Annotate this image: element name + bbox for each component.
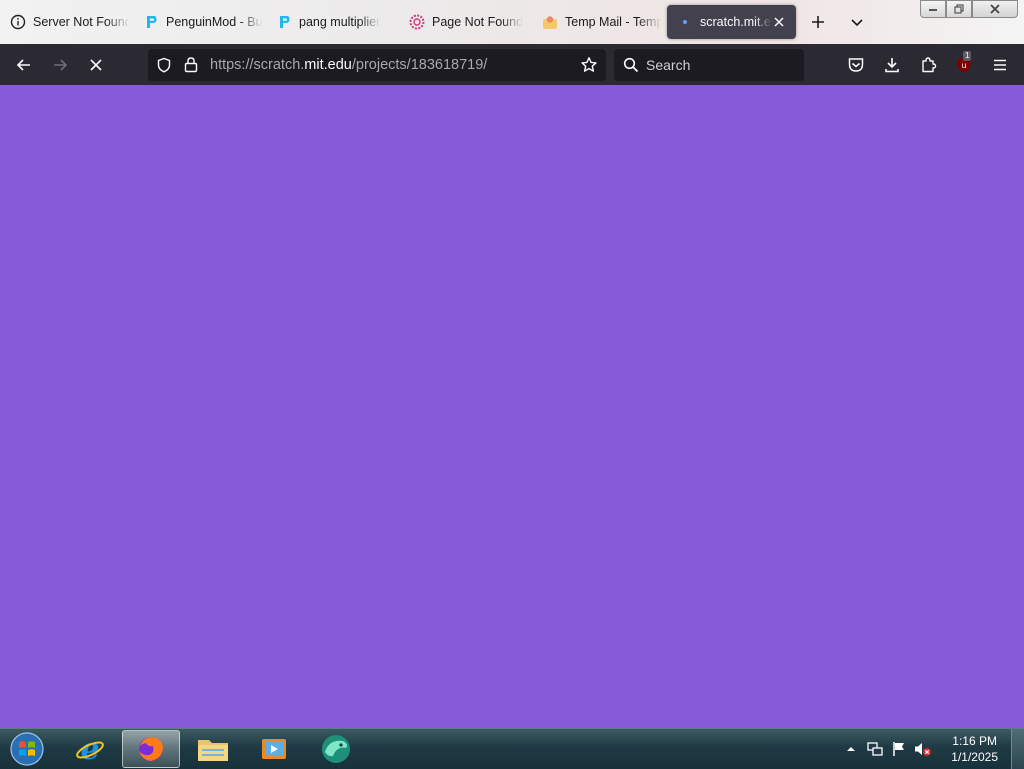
stop-loading-button[interactable] xyxy=(83,52,109,78)
lock-icon[interactable] xyxy=(183,56,199,78)
hamburger-menu-icon xyxy=(994,59,1006,71)
url-bar[interactable]: https://scratch.mit.edu/projects/1836187… xyxy=(148,49,606,81)
windows-start-icon xyxy=(10,732,44,766)
tab-title: scratch.mit.edu xyxy=(700,15,772,29)
url-text: https://scratch.mit.edu/projects/1836187… xyxy=(210,57,487,73)
tab-page-not-found[interactable]: Page Not Found xyxy=(399,5,529,39)
tempmail-icon xyxy=(542,14,558,30)
tab-title: pang multiplier xyxy=(299,15,381,29)
forward-button[interactable] xyxy=(47,52,73,78)
chevron-down-icon xyxy=(851,19,863,27)
internet-explorer-icon: e xyxy=(76,733,104,765)
taskbar: e 1:16 PM 1/1/2025 xyxy=(0,728,1024,769)
loading-dot-icon xyxy=(677,14,693,30)
tab-title: Temp Mail - Temp xyxy=(565,15,662,29)
url-host: mit.edu xyxy=(304,57,352,73)
close-window-button[interactable] xyxy=(972,0,1018,18)
show-desktop-button[interactable] xyxy=(1011,729,1024,769)
stop-icon xyxy=(90,59,102,71)
penguinmod-icon xyxy=(276,14,292,30)
tab-title: Page Not Found xyxy=(432,15,524,29)
system-clock[interactable]: 1:16 PM 1/1/2025 xyxy=(951,733,998,765)
taskbar-internet-explorer[interactable]: e xyxy=(61,730,119,768)
tab-server-not-found[interactable]: Server Not Found xyxy=(0,5,130,39)
firefox-icon xyxy=(139,737,163,761)
media-player-icon xyxy=(262,739,286,759)
clock-time: 1:16 PM xyxy=(952,734,997,748)
puzzle-icon xyxy=(922,57,937,73)
page-content xyxy=(0,85,1024,728)
show-hidden-icons-button[interactable] xyxy=(842,740,860,758)
taskbar-app[interactable] xyxy=(307,730,365,768)
minimize-icon xyxy=(929,9,937,11)
volume-tray-icon[interactable] xyxy=(914,740,932,758)
action-center-tray-icon[interactable] xyxy=(890,740,908,758)
search-bar[interactable]: Search xyxy=(614,49,804,81)
file-explorer-icon xyxy=(198,740,228,761)
new-tab-button[interactable] xyxy=(806,10,830,34)
tab-scratch[interactable]: scratch.mit.edu xyxy=(667,5,796,39)
plus-icon xyxy=(812,16,824,28)
chevron-up-icon xyxy=(847,747,855,751)
navigation-toolbar: https://scratch.mit.edu/projects/1836187… xyxy=(0,44,1024,85)
app-icon xyxy=(322,735,350,763)
tab-title: Server Not Found xyxy=(33,15,130,29)
back-button[interactable] xyxy=(11,52,37,78)
download-icon xyxy=(885,58,899,73)
shield-icon[interactable] xyxy=(156,57,172,78)
volume-muted-icon xyxy=(915,743,931,756)
restore-button[interactable] xyxy=(946,0,972,18)
flag-icon xyxy=(893,742,904,756)
url-prefix: https://scratch. xyxy=(210,57,305,73)
taskbar-firefox[interactable] xyxy=(122,730,180,768)
extension-badge: 1 xyxy=(963,51,972,61)
close-tab-icon[interactable] xyxy=(772,15,786,29)
pocket-button[interactable] xyxy=(843,52,869,78)
info-icon xyxy=(10,14,26,30)
tab-temp-mail[interactable]: Temp Mail - Temp xyxy=(532,5,662,39)
tab-penguinmod[interactable]: PenguinMod - Build xyxy=(133,5,263,39)
taskbar-media-player[interactable] xyxy=(245,730,303,768)
tab-title: PenguinMod - Build xyxy=(166,15,263,29)
clock-date: 1/1/2025 xyxy=(951,750,998,764)
downloads-button[interactable] xyxy=(879,52,905,78)
search-placeholder: Search xyxy=(646,57,691,73)
ublock-extension-button[interactable]: u 1 xyxy=(951,51,977,78)
network-tray-icon[interactable] xyxy=(866,740,884,758)
tab-strip: Server Not Found PenguinMod - Build pang… xyxy=(0,0,1024,44)
start-button[interactable] xyxy=(0,730,54,768)
arrow-right-icon xyxy=(54,59,68,71)
close-icon xyxy=(990,4,1000,14)
window-controls xyxy=(920,0,1018,18)
svg-text:u: u xyxy=(961,61,966,70)
arrow-left-icon xyxy=(16,59,30,71)
minimize-button[interactable] xyxy=(920,0,946,18)
list-all-tabs-button[interactable] xyxy=(845,10,869,34)
menu-button[interactable] xyxy=(987,52,1013,78)
restore-icon xyxy=(954,4,964,14)
tab-pang-multiplier[interactable]: pang multiplier xyxy=(266,5,396,39)
search-icon xyxy=(623,57,639,78)
url-path: /projects/183618719/ xyxy=(351,57,488,73)
scratch-gear-icon xyxy=(409,14,425,30)
extensions-button[interactable] xyxy=(915,52,941,78)
penguinmod-icon xyxy=(143,14,159,30)
pocket-icon xyxy=(848,58,864,72)
network-icon xyxy=(867,742,883,756)
star-icon[interactable] xyxy=(580,56,598,79)
taskbar-file-explorer[interactable] xyxy=(184,730,242,768)
